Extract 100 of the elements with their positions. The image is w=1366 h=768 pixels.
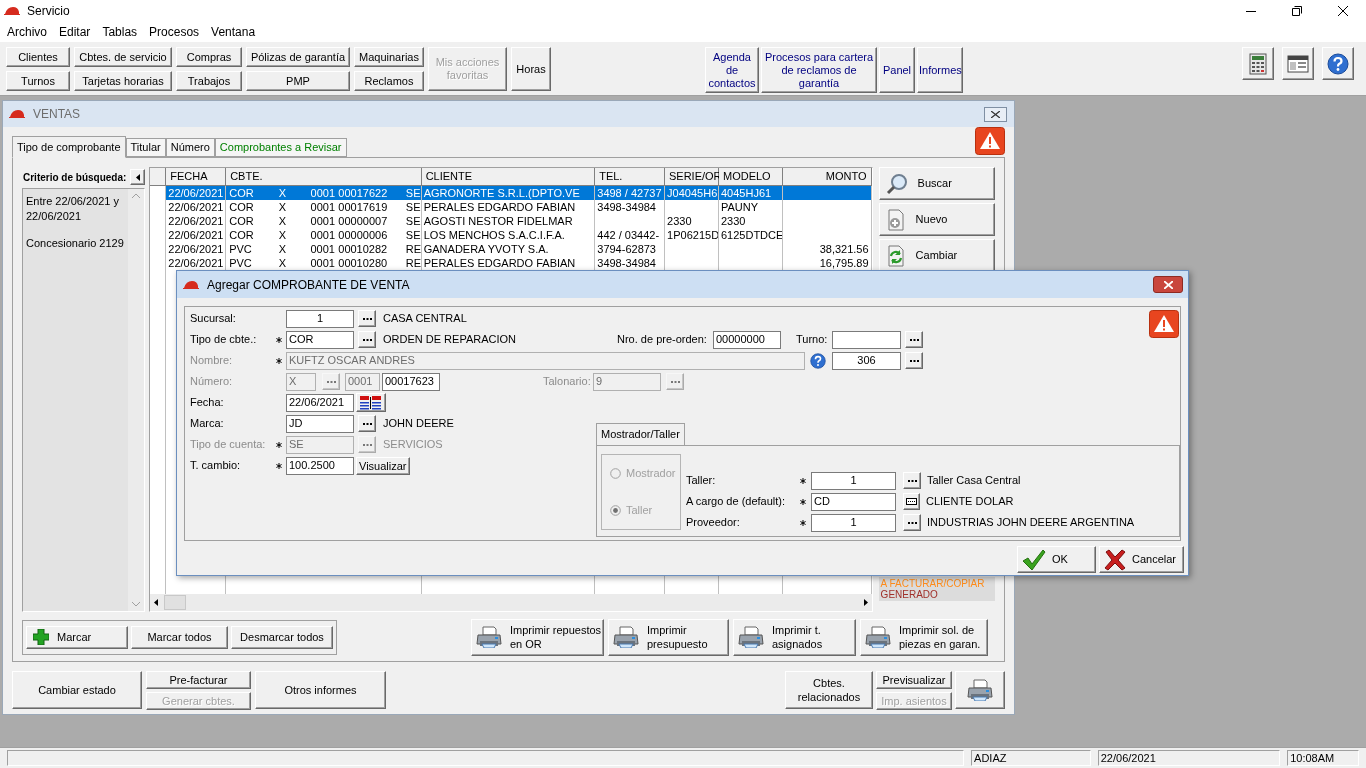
field-label: Taller: (686, 473, 717, 489)
table-cell-text: COR (229, 186, 255, 200)
action-button[interactable]: Buscar (878, 167, 995, 200)
input-field[interactable]: 1 (811, 471, 896, 490)
table-cell-text: X (278, 228, 288, 242)
tab[interactable]: Titular (125, 138, 166, 157)
lookup-button[interactable] (358, 331, 376, 348)
toolbar-button[interactable]: Agenda de contactos (705, 47, 759, 93)
table-cell-text: 00010282 (338, 242, 389, 256)
table-cell: PERALES EDGARDO FABIAN (423, 256, 576, 270)
column-header[interactable]: MODELO (719, 168, 783, 186)
footer-button[interactable]: Otros informes (255, 671, 386, 709)
print-button[interactable]: Imprimir presupuesto (608, 618, 729, 656)
column-header[interactable]: CBTE. (226, 168, 422, 186)
toolbar-button[interactable]: Procesos para cartera de reclamos de garantía (761, 47, 877, 93)
input-field[interactable]: 1 (286, 309, 354, 328)
toolbar-button[interactable]: PMP (246, 71, 350, 91)
input-field[interactable]: JD (286, 414, 354, 433)
mark-button[interactable]: Marcar (26, 625, 128, 649)
calendar-button[interactable] (356, 393, 386, 412)
table-cell: 3498-34984 (597, 256, 656, 270)
input-field[interactable]: 00000000 (713, 330, 781, 349)
table-row[interactable]: 22/06/2021 PVC X 0001 00010282 RE GANADERA YVOTY S.A. 3794-62873 38,321.56 (150, 242, 872, 256)
column-header[interactable]: MONTO (782, 168, 872, 186)
collapse-button[interactable] (130, 169, 146, 185)
print-button[interactable]: Imprimir repuestos en OR (471, 618, 604, 656)
lookup-button[interactable] (905, 331, 923, 348)
menu-item[interactable]: Ventana (211, 23, 256, 41)
column-header[interactable]: CLIENTE (421, 168, 596, 186)
table-cell-text: X (278, 242, 288, 256)
table-cell: 2330 (667, 214, 692, 228)
tab[interactable]: Mostrador/Taller (596, 423, 685, 445)
toolbar-button[interactable]: Panel (879, 47, 915, 93)
toolbar-button[interactable]: Horas (511, 47, 551, 91)
input-field[interactable]: CD (811, 492, 896, 511)
toolbar-button[interactable]: Pólizas de garantía (246, 47, 350, 67)
toolbar-button[interactable]: Informes (917, 47, 963, 93)
toolbar-icon-button[interactable] (1282, 47, 1314, 80)
close-button[interactable] (984, 106, 1007, 122)
footer-button[interactable]: Cambiar estado (12, 671, 142, 709)
column-header[interactable]: SERIE/OR (665, 168, 719, 186)
toolbar-button[interactable]: Turnos (6, 71, 70, 91)
input-field[interactable]: 22/06/2021 (286, 393, 354, 412)
footer-button[interactable]: Pre-facturar (146, 671, 251, 689)
column-header[interactable]: TEL. (595, 168, 665, 186)
field-label: Talonario: (543, 374, 592, 390)
field-label: Fecha: (190, 395, 225, 411)
table-row[interactable]: 22/06/2021 COR X 0001 00000007 SE AGOSTI NESTOR FIDELMAR 2330 2330 (150, 214, 872, 228)
toolbar-button[interactable]: Cbtes. de servicio (74, 47, 172, 67)
toolbar-button[interactable]: Tarjetas horarias (74, 71, 172, 91)
toolbar-button[interactable]: Trabajos (176, 71, 242, 91)
printer-icon (476, 626, 502, 648)
visualize-button[interactable]: Visualizar (356, 456, 410, 475)
mark-button[interactable]: Marcar todos (131, 625, 228, 649)
tab[interactable]: Tipo de comprobante (12, 136, 126, 158)
dialog-button[interactable]: Cancelar (1099, 546, 1184, 573)
toolbar-icon-button[interactable] (1322, 47, 1354, 80)
window-title: Servicio (27, 3, 70, 20)
print-button[interactable]: Imprimir t. asignados (733, 618, 856, 656)
lookup-button[interactable] (903, 472, 921, 489)
input-field[interactable]: 100.2500 (286, 456, 354, 475)
table-cell: LOS MENCHOS S.A.C.I.F.A. (423, 228, 565, 242)
footer-button[interactable]: Previsualizar (876, 671, 952, 689)
input-field[interactable] (832, 330, 901, 349)
table-cell: SE (405, 200, 421, 214)
toolbar-icon-button[interactable] (1242, 47, 1274, 80)
tab[interactable]: Comprobantes a Revisar (214, 138, 347, 157)
toolbar-button[interactable]: Reclamos (354, 71, 424, 91)
dialog-button[interactable]: OK (1017, 546, 1096, 573)
table-cell-text: 0001 (310, 256, 336, 270)
menu-item[interactable]: Archivo (7, 23, 47, 41)
lookup-button[interactable] (358, 310, 376, 327)
menu-item[interactable]: Tablas (102, 23, 138, 41)
input-field[interactable]: 1 (811, 513, 896, 532)
lookup-button[interactable] (358, 415, 376, 432)
horizontal-scrollbar[interactable] (150, 594, 872, 611)
footer-button[interactable]: Cbtes. relacionados (785, 671, 873, 709)
close-button[interactable] (1153, 276, 1183, 293)
table-row[interactable]: 22/06/2021 COR X 0001 00017622 SE AGRONORTE S.R.L.(DPTO.VE 3498 / 42737 J04045H6 4045HJ61 (150, 186, 872, 200)
print-button[interactable]: Imprimir sol. de piezas en garan. (860, 618, 988, 656)
menu-item[interactable]: Procesos (149, 23, 200, 41)
menu-item[interactable]: Editar (59, 23, 91, 41)
tab[interactable]: Número (165, 138, 215, 157)
toolbar-button[interactable]: Maquinarias (354, 47, 424, 67)
lookup-button[interactable] (905, 352, 923, 369)
action-button[interactable]: Cambiar (878, 239, 995, 272)
scrollbar[interactable] (128, 189, 145, 611)
column-header[interactable]: FECHA (166, 168, 227, 186)
list-button[interactable] (903, 493, 920, 510)
printer-icon (738, 626, 764, 648)
toolbar-button[interactable]: Compras (176, 47, 242, 67)
window-title: VENTAS (33, 106, 81, 123)
scroll-thumb[interactable] (164, 595, 187, 610)
lookup-button[interactable] (903, 514, 921, 531)
print-button[interactable] (955, 671, 1005, 709)
toolbar-button[interactable]: Clientes (6, 47, 70, 67)
table-row[interactable]: 22/06/2021 COR X 0001 00017619 SE PERALES EDGARDO FABIAN 3498-34984 PAUNY (150, 200, 872, 214)
mark-button[interactable]: Desmarcar todos (231, 625, 333, 649)
input-field[interactable]: COR (286, 330, 354, 349)
action-button[interactable]: Nuevo (878, 203, 995, 236)
